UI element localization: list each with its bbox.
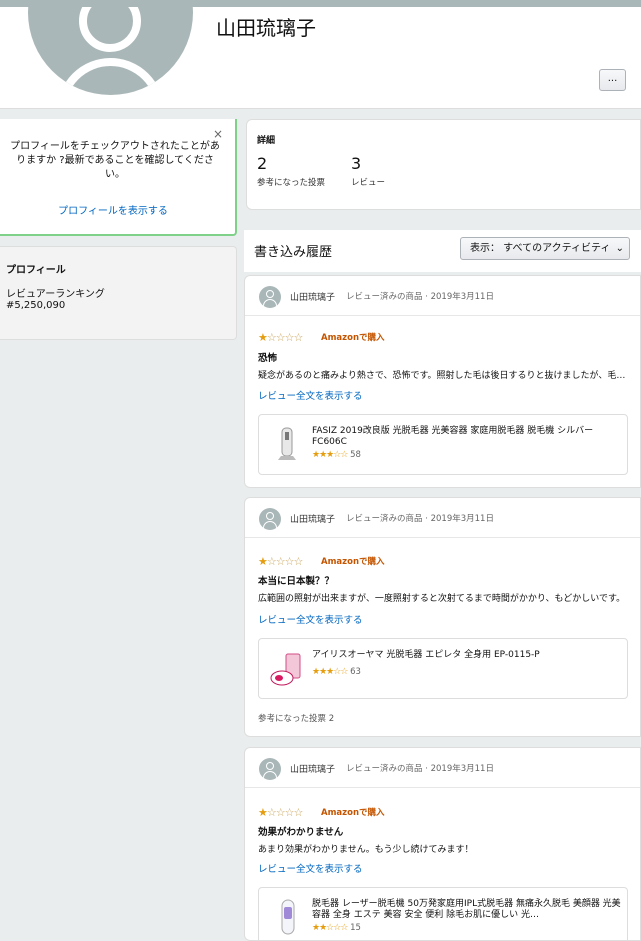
review-card: 山田琉璃子 レビュー済みの商品 · 2019年3月11日 ★☆☆☆☆ Amazo… bbox=[244, 497, 641, 737]
product-card[interactable]: 脱毛器 レーザー脱毛機 50万発家庭用IPL式脱毛器 無痛永久脱毛 美顔器 光美… bbox=[258, 887, 628, 941]
notice-message: プロフィールをチェックアウトされたことがありますか ?最新であることを確認してく… bbox=[10, 141, 220, 180]
star-icon: ☆ bbox=[275, 331, 286, 344]
product-rating-count[interactable]: 58 bbox=[350, 450, 361, 460]
read-full-review-link[interactable]: レビュー全文を表示する bbox=[258, 861, 363, 875]
reviewer-avatar[interactable] bbox=[259, 508, 281, 530]
review-meta: レビュー済みの商品 · 2019年3月11日 bbox=[346, 764, 494, 774]
star-icon: ☆ bbox=[284, 331, 295, 344]
star-icon: ☆ bbox=[293, 555, 304, 568]
helpful-votes-count: 2 bbox=[257, 154, 268, 173]
sidebar-profile-panel: プロフィール レビュアーランキング #5,250,090 bbox=[0, 246, 237, 340]
activity-filter-dropdown[interactable]: 表示： すべてのアクティビティ ⌄ bbox=[460, 237, 630, 260]
product-rating-count[interactable]: 15 bbox=[350, 923, 361, 933]
reviews-count: 3 bbox=[351, 154, 362, 173]
reviewer-name[interactable]: 山田琉璃子 bbox=[290, 762, 335, 775]
product-name[interactable]: アイリスオーヤマ 光脱毛器 エピレタ 全身用 EP-0115-P bbox=[312, 650, 622, 661]
star-icon: ☆ bbox=[340, 450, 348, 460]
star-icon: ☆ bbox=[340, 923, 348, 933]
product-name[interactable]: 脱毛器 レーザー脱毛機 50万発家庭用IPL式脱毛器 無痛永久脱毛 美顔器 光美… bbox=[312, 899, 622, 921]
review-meta: レビュー済みの商品 · 2019年3月11日 bbox=[346, 514, 494, 524]
activity-history-title: 書き込み履歴 bbox=[254, 245, 333, 260]
profile-avatar bbox=[28, 0, 193, 95]
reviews-label: レビュー bbox=[351, 178, 386, 188]
star-icon: ☆ bbox=[284, 806, 295, 819]
verified-purchase-badge: Amazonで購入 bbox=[321, 557, 385, 567]
helpful-votes-note: 参考になった投票 2 bbox=[258, 714, 335, 724]
verified-purchase-badge: Amazonで購入 bbox=[321, 333, 385, 343]
product-name[interactable]: FASIZ 2019改良版 光脱毛器 光美容器 家庭用脱毛器 脱毛機 シルバー … bbox=[312, 426, 622, 448]
review-card: 山田琉璃子 レビュー済みの商品 · 2019年3月11日 ★☆☆☆☆ Amazo… bbox=[244, 747, 641, 941]
review-body: 疑念があるのと痛みより熱さで、恐怖です。照射した毛は後日するりと抜けましたが、毛… bbox=[258, 371, 628, 381]
star-icon: ☆ bbox=[275, 555, 286, 568]
sidebar-profile-title: プロフィール bbox=[6, 265, 66, 276]
profile-name: 山田琉璃子 bbox=[216, 16, 316, 40]
star-icon: ☆ bbox=[266, 555, 277, 568]
reviewer-name[interactable]: 山田琉璃子 bbox=[290, 512, 335, 525]
reviewer-avatar[interactable] bbox=[259, 286, 281, 308]
star-icon: ☆ bbox=[284, 555, 295, 568]
star-icon: ☆ bbox=[340, 667, 348, 677]
product-rating: ★★★☆☆ 63 bbox=[312, 667, 361, 677]
profile-header: 山田琉璃子 ... bbox=[0, 0, 641, 109]
star-icon: ★ bbox=[258, 806, 268, 819]
review-card-header: 山田琉璃子 レビュー済みの商品 · 2019年3月11日 bbox=[245, 276, 640, 316]
reviewer-ranking-label: レビュアーランキング bbox=[6, 289, 105, 300]
review-title[interactable]: 恐怖 bbox=[258, 350, 277, 364]
top-banner-strip bbox=[0, 0, 641, 7]
product-rating-count[interactable]: 63 bbox=[350, 667, 361, 677]
product-image bbox=[281, 899, 295, 935]
product-stars: ★★★☆☆ bbox=[312, 667, 348, 677]
reviews-stat: 3 レビュー bbox=[351, 154, 385, 188]
review-title[interactable]: 本当に日本製？？ bbox=[258, 573, 334, 587]
review-stars: ★☆☆☆☆ bbox=[258, 555, 304, 568]
review-body: あまり効果がわかりません。もう少し続けてみます！ bbox=[258, 845, 474, 855]
review-stars: ★☆☆☆☆ bbox=[258, 331, 304, 344]
review-card-header: 山田琉璃子 レビュー済みの商品 · 2019年3月11日 bbox=[245, 498, 640, 538]
star-icon: ☆ bbox=[293, 806, 304, 819]
star-icon: ☆ bbox=[293, 331, 304, 344]
reviewer-name[interactable]: 山田琉璃子 bbox=[290, 290, 335, 303]
helpful-votes-stat: 2 参考になった投票 bbox=[257, 154, 325, 188]
star-icon: ☆ bbox=[275, 806, 286, 819]
product-stars: ★★☆☆☆ bbox=[312, 923, 348, 933]
close-icon[interactable]: × bbox=[213, 127, 223, 141]
product-rating: ★★★☆☆ 58 bbox=[312, 450, 361, 460]
read-full-review-link[interactable]: レビュー全文を表示する bbox=[258, 612, 363, 626]
activity-history-header: 書き込み履歴 表示： すべてのアクティビティ ⌄ bbox=[244, 230, 641, 272]
details-panel: 詳細 2 参考になった投票 3 レビュー bbox=[246, 119, 641, 210]
product-card[interactable]: アイリスオーヤマ 光脱毛器 エピレタ 全身用 EP-0115-P ★★★☆☆ 6… bbox=[258, 638, 628, 699]
review-card: 山田琉璃子 レビュー済みの商品 · 2019年3月11日 ★☆☆☆☆ Amazo… bbox=[244, 275, 641, 488]
review-rating-row: ★☆☆☆☆ Amazonで購入 bbox=[245, 555, 640, 569]
avatar-head-shape bbox=[79, 0, 141, 52]
verified-purchase-badge: Amazonで購入 bbox=[321, 808, 385, 818]
view-profile-link[interactable]: プロフィールを表示する bbox=[0, 202, 226, 217]
review-card-header: 山田琉璃子 レビュー済みの商品 · 2019年3月11日 bbox=[245, 748, 640, 788]
review-rating-row: ★☆☆☆☆ Amazonで購入 bbox=[245, 331, 640, 345]
reviewer-ranking-value: #5,250,090 bbox=[6, 300, 66, 311]
star-icon: ★ bbox=[258, 555, 268, 568]
profile-check-notice: × プロフィールをチェックアウトされたことがありますか ?最新であることを確認し… bbox=[0, 119, 237, 236]
details-title: 詳細 bbox=[257, 136, 276, 146]
star-icon: ★ bbox=[258, 331, 268, 344]
star-icon: ☆ bbox=[266, 331, 277, 344]
activity-filter-label: 表示： すべてのアクティビティ bbox=[470, 243, 611, 254]
chevron-down-icon: ⌄ bbox=[615, 243, 624, 254]
more-options-button[interactable]: ... bbox=[599, 69, 626, 91]
review-body: 広範囲の照射が出来ますが、一度照射すると次射てるまで時間がかかり、もどかしいです… bbox=[258, 594, 626, 604]
reviewer-avatar[interactable] bbox=[259, 758, 281, 780]
product-image bbox=[278, 427, 296, 460]
product-image bbox=[270, 653, 301, 686]
product-stars: ★★★☆☆ bbox=[312, 450, 348, 460]
read-full-review-link[interactable]: レビュー全文を表示する bbox=[258, 388, 363, 402]
avatar-body-shape bbox=[57, 58, 164, 95]
product-card[interactable]: FASIZ 2019改良版 光脱毛器 光美容器 家庭用脱毛器 脱毛機 シルバー … bbox=[258, 414, 628, 475]
product-rating: ★★☆☆☆ 15 bbox=[312, 923, 361, 933]
review-rating-row: ★☆☆☆☆ Amazonで購入 bbox=[245, 806, 640, 820]
review-stars: ★☆☆☆☆ bbox=[258, 806, 304, 819]
review-title[interactable]: 効果がわかりません bbox=[258, 824, 343, 838]
helpful-votes-label: 参考になった投票 bbox=[257, 178, 326, 188]
star-icon: ☆ bbox=[266, 806, 277, 819]
review-meta: レビュー済みの商品 · 2019年3月11日 bbox=[346, 292, 494, 302]
